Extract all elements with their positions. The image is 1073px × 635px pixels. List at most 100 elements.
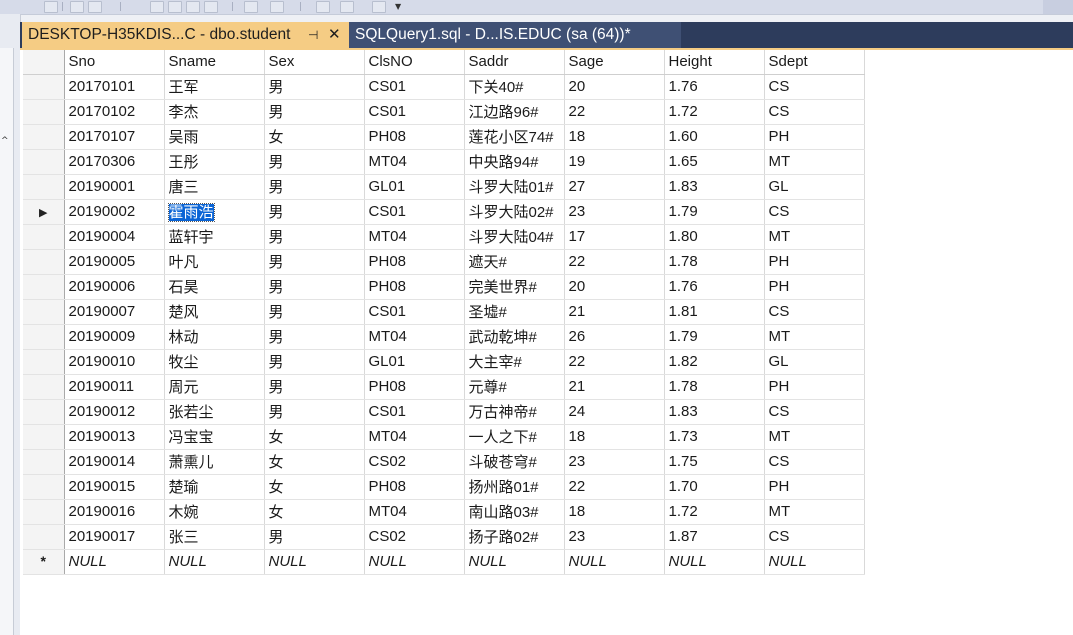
grid-cell-sno[interactable]: 20190002 xyxy=(64,199,165,225)
grid-cell-clsno[interactable]: PH08 xyxy=(364,124,465,150)
column-header-clsno[interactable]: ClsNO xyxy=(364,50,465,75)
row-selector[interactable] xyxy=(23,149,65,175)
grid-cell-sex[interactable]: 女 xyxy=(264,449,365,475)
grid-cell-sname[interactable]: 王军 xyxy=(164,74,265,100)
grid-cell-sdept[interactable]: MT xyxy=(764,324,865,350)
row-selector[interactable] xyxy=(23,124,65,150)
row-selector[interactable] xyxy=(23,449,65,475)
grid-cell-clsno[interactable]: MT04 xyxy=(364,324,465,350)
grid-cell-null[interactable]: NULL xyxy=(764,549,865,575)
table-row[interactable]: 20190017 张三男 CS02 扬子路02# 23 1.87 CS xyxy=(23,524,865,550)
row-selector[interactable] xyxy=(23,499,65,525)
row-selector[interactable] xyxy=(23,249,65,275)
table-row[interactable]: 20190011 周元男 PH08 元尊# 21 1.78 PH xyxy=(23,374,865,400)
grid-cell-sex[interactable]: 男 xyxy=(264,349,365,375)
grid-cell-height[interactable]: 1.87 xyxy=(664,524,765,550)
grid-cell-sage[interactable]: 26 xyxy=(564,324,665,350)
grid-cell-sdept[interactable]: GL xyxy=(764,349,865,375)
grid-cell-sname[interactable]: 唐三 xyxy=(164,174,265,200)
grid-cell-sage[interactable]: 22 xyxy=(564,474,665,500)
grid-cell-saddr[interactable]: 大主宰# xyxy=(464,349,565,375)
grid-cell-clsno[interactable]: CS01 xyxy=(364,74,465,100)
grid-cell-clsno[interactable]: GL01 xyxy=(364,174,465,200)
grid-cell-sex[interactable]: 男 xyxy=(264,524,365,550)
row-selector[interactable] xyxy=(23,324,65,350)
grid-cell-sage[interactable]: 20 xyxy=(564,74,665,100)
table-row[interactable]: 20190009 林动男 MT04 武动乾坤# 26 1.79 MT xyxy=(23,324,865,350)
pin-icon[interactable]: ⊣ xyxy=(308,22,318,48)
grid-cell-clsno[interactable]: CS02 xyxy=(364,449,465,475)
chevron-up-icon[interactable]: ^ xyxy=(1,136,9,146)
grid-cell-saddr[interactable]: 武动乾坤# xyxy=(464,324,565,350)
grid-cell-clsno[interactable]: MT04 xyxy=(364,224,465,250)
row-selector[interactable] xyxy=(23,349,65,375)
grid-cell-sdept[interactable]: MT xyxy=(764,149,865,175)
grid-cell-sname[interactable]: 吴雨 xyxy=(164,124,265,150)
grid-cell-saddr[interactable]: 遮天# xyxy=(464,249,565,275)
grid-cell-sdept[interactable]: PH xyxy=(764,249,865,275)
grid-cell-sname[interactable]: 楚瑜 xyxy=(164,474,265,500)
grid-cell-null[interactable]: NULL xyxy=(664,549,765,575)
grid-cell-sex[interactable]: 男 xyxy=(264,224,365,250)
table-row[interactable]: 20190015 楚瑜女 PH08 扬州路01# 22 1.70 PH xyxy=(23,474,865,500)
grid-cell-sex[interactable]: 男 xyxy=(264,274,365,300)
grid-cell-height[interactable]: 1.81 xyxy=(664,299,765,325)
grid-cell-sage[interactable]: 23 xyxy=(564,449,665,475)
toolbar-button[interactable] xyxy=(340,1,354,13)
grid-cell-height[interactable]: 1.83 xyxy=(664,174,765,200)
grid-cell-sdept[interactable]: CS xyxy=(764,299,865,325)
grid-cell-sage[interactable]: 27 xyxy=(564,174,665,200)
grid-cell-sex[interactable]: 男 xyxy=(264,374,365,400)
grid-cell-sname[interactable]: 蓝轩宇 xyxy=(164,224,265,250)
grid-cell-sex[interactable]: 男 xyxy=(264,199,365,225)
grid-cell-sname[interactable]: 周元 xyxy=(164,374,265,400)
grid-cell-sname[interactable]: 霍雨浩 xyxy=(164,199,265,225)
grid-cell-clsno[interactable]: MT04 xyxy=(364,149,465,175)
grid-cell-clsno[interactable]: CS02 xyxy=(364,524,465,550)
grid-cell-sname[interactable]: 冯宝宝 xyxy=(164,424,265,450)
table-row[interactable]: 20170306 王彤男 MT04 中央路94# 19 1.65 MT xyxy=(23,149,865,175)
row-selector[interactable] xyxy=(23,74,65,100)
grid-cell-sage[interactable]: 20 xyxy=(564,274,665,300)
toolbar-button[interactable] xyxy=(44,1,58,13)
grid-cell-sname[interactable]: 张若尘 xyxy=(164,399,265,425)
grid-cell-clsno[interactable]: MT04 xyxy=(364,499,465,525)
grid-cell-sage[interactable]: 24 xyxy=(564,399,665,425)
grid-cell-saddr[interactable]: 南山路03# xyxy=(464,499,565,525)
table-row[interactable]: 20190016 木婉女 MT04 南山路03# 18 1.72 MT xyxy=(23,499,865,525)
toolbar-button[interactable] xyxy=(70,1,84,13)
grid-cell-sage[interactable]: 22 xyxy=(564,249,665,275)
grid-cell-sdept[interactable]: CS xyxy=(764,74,865,100)
grid-cell-sage[interactable]: 17 xyxy=(564,224,665,250)
grid-cell-height[interactable]: 1.70 xyxy=(664,474,765,500)
grid-cell-saddr[interactable]: 圣墟# xyxy=(464,299,565,325)
grid-cell-sno[interactable]: 20190005 xyxy=(64,249,165,275)
table-row[interactable]: 20170101 王军男 CS01 下关40# 20 1.76 CS xyxy=(23,74,865,100)
grid-cell-sage[interactable]: 22 xyxy=(564,99,665,125)
grid-cell-sname[interactable]: 林动 xyxy=(164,324,265,350)
grid-cell-sdept[interactable]: PH xyxy=(764,374,865,400)
table-row[interactable]: 20170107 吴雨女 PH08 莲花小区74# 18 1.60 PH xyxy=(23,124,865,150)
grid-cell-sname[interactable]: 叶凡 xyxy=(164,249,265,275)
grid-cell-sex[interactable]: 男 xyxy=(264,324,365,350)
row-selector[interactable] xyxy=(23,524,65,550)
grid-cell-sex[interactable]: 男 xyxy=(264,399,365,425)
grid-cell-sname[interactable]: 李杰 xyxy=(164,99,265,125)
row-selector[interactable] xyxy=(23,99,65,125)
grid-cell-saddr[interactable]: 万古神帝# xyxy=(464,399,565,425)
object-explorer-edge[interactable]: ^ xyxy=(0,48,14,635)
grid-cell-sno[interactable]: 20190007 xyxy=(64,299,165,325)
grid-cell-saddr[interactable]: 元尊# xyxy=(464,374,565,400)
grid-cell-sno[interactable]: 20190004 xyxy=(64,224,165,250)
grid-cell-sage[interactable]: 18 xyxy=(564,499,665,525)
table-row[interactable]: 20190004 蓝轩宇男 MT04 斗罗大陆04# 17 1.80 MT xyxy=(23,224,865,250)
column-header-sdept[interactable]: Sdept xyxy=(764,50,865,75)
grid-cell-sdept[interactable]: CS xyxy=(764,199,865,225)
grid-cell-height[interactable]: 1.79 xyxy=(664,199,765,225)
column-header-sage[interactable]: Sage xyxy=(564,50,665,75)
grid-cell-saddr[interactable]: 下关40# xyxy=(464,74,565,100)
grid-cell-sname[interactable]: 张三 xyxy=(164,524,265,550)
grid-cell-sex[interactable]: 男 xyxy=(264,299,365,325)
grid-cell-sno[interactable]: 20190017 xyxy=(64,524,165,550)
grid-corner[interactable] xyxy=(23,50,65,75)
